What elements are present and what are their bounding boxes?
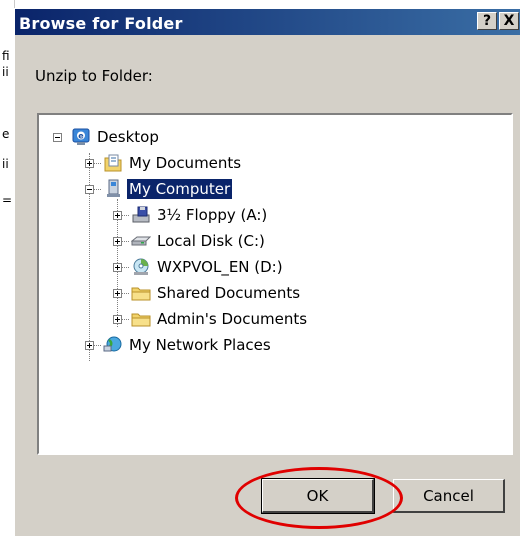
- tree-item-label: My Network Places: [129, 336, 271, 354]
- red-annotation-circle: [235, 467, 403, 529]
- tree-item-cd-drive[interactable]: WXPVOL_EN (D:): [131, 256, 285, 278]
- background-text: fi: [2, 49, 10, 63]
- tree-item-label: WXPVOL_EN (D:): [157, 258, 283, 276]
- tree-item-local-disk[interactable]: Local Disk (C:): [130, 230, 267, 252]
- tree-item-desktop[interactable]: e Desktop: [71, 126, 161, 148]
- documents-folder-icon: [103, 153, 123, 173]
- dialog-title: Browse for Folder: [19, 14, 183, 33]
- browse-for-folder-dialog: Browse for Folder ? X Unzip to Folder: e: [14, 8, 520, 536]
- tree-item-admins-documents[interactable]: Admin's Documents: [131, 308, 309, 330]
- close-button[interactable]: X: [499, 12, 519, 30]
- background-window-strip: fi ii e ii =: [0, 0, 15, 536]
- help-button[interactable]: ?: [477, 12, 497, 30]
- tree-item-label: Shared Documents: [157, 284, 301, 302]
- tree-item-label: Local Disk (C:): [157, 232, 265, 250]
- network-places-icon: [103, 335, 123, 355]
- tree-item-label: My Documents: [129, 154, 242, 172]
- collapse-toggle[interactable]: [53, 133, 62, 142]
- tree-item-my-documents[interactable]: My Documents: [103, 152, 243, 174]
- cd-drive-icon: [131, 257, 151, 277]
- svg-text:e: e: [78, 132, 84, 141]
- expand-toggle[interactable]: [113, 315, 122, 324]
- expand-toggle[interactable]: [113, 263, 122, 272]
- tree-item-network-places[interactable]: My Network Places: [103, 334, 273, 356]
- computer-icon: [103, 179, 123, 199]
- hard-disk-icon: [130, 231, 152, 251]
- expand-toggle[interactable]: [113, 211, 122, 220]
- background-text: ii: [2, 65, 9, 79]
- tree-item-label: Admin's Documents: [157, 310, 308, 328]
- tree-item-shared-documents[interactable]: Shared Documents: [131, 282, 302, 304]
- background-text: ii: [2, 157, 9, 171]
- floppy-drive-icon: [131, 205, 151, 225]
- tree-item-label: Desktop: [97, 128, 159, 146]
- folder-icon: [131, 283, 151, 303]
- expand-toggle[interactable]: [85, 159, 94, 168]
- background-text: e: [2, 127, 10, 141]
- folder-tree[interactable]: e Desktop My Documents My Computer 3½ Fl…: [37, 113, 513, 455]
- tree-item-floppy[interactable]: 3½ Floppy (A:): [131, 204, 269, 226]
- prompt-label: Unzip to Folder:: [35, 67, 153, 85]
- tree-item-label: My Computer: [127, 179, 233, 199]
- folder-icon: [131, 309, 151, 329]
- expand-toggle[interactable]: [85, 341, 94, 350]
- cancel-button[interactable]: Cancel: [393, 479, 505, 513]
- desktop-icon: e: [71, 127, 91, 147]
- collapse-toggle[interactable]: [85, 185, 94, 194]
- title-bar[interactable]: Browse for Folder ? X: [15, 9, 520, 35]
- tree-item-my-computer[interactable]: My Computer: [103, 178, 233, 200]
- expand-toggle[interactable]: [113, 237, 122, 246]
- tree-item-label: 3½ Floppy (A:): [157, 206, 268, 224]
- background-text: =: [2, 193, 13, 207]
- expand-toggle[interactable]: [113, 289, 122, 298]
